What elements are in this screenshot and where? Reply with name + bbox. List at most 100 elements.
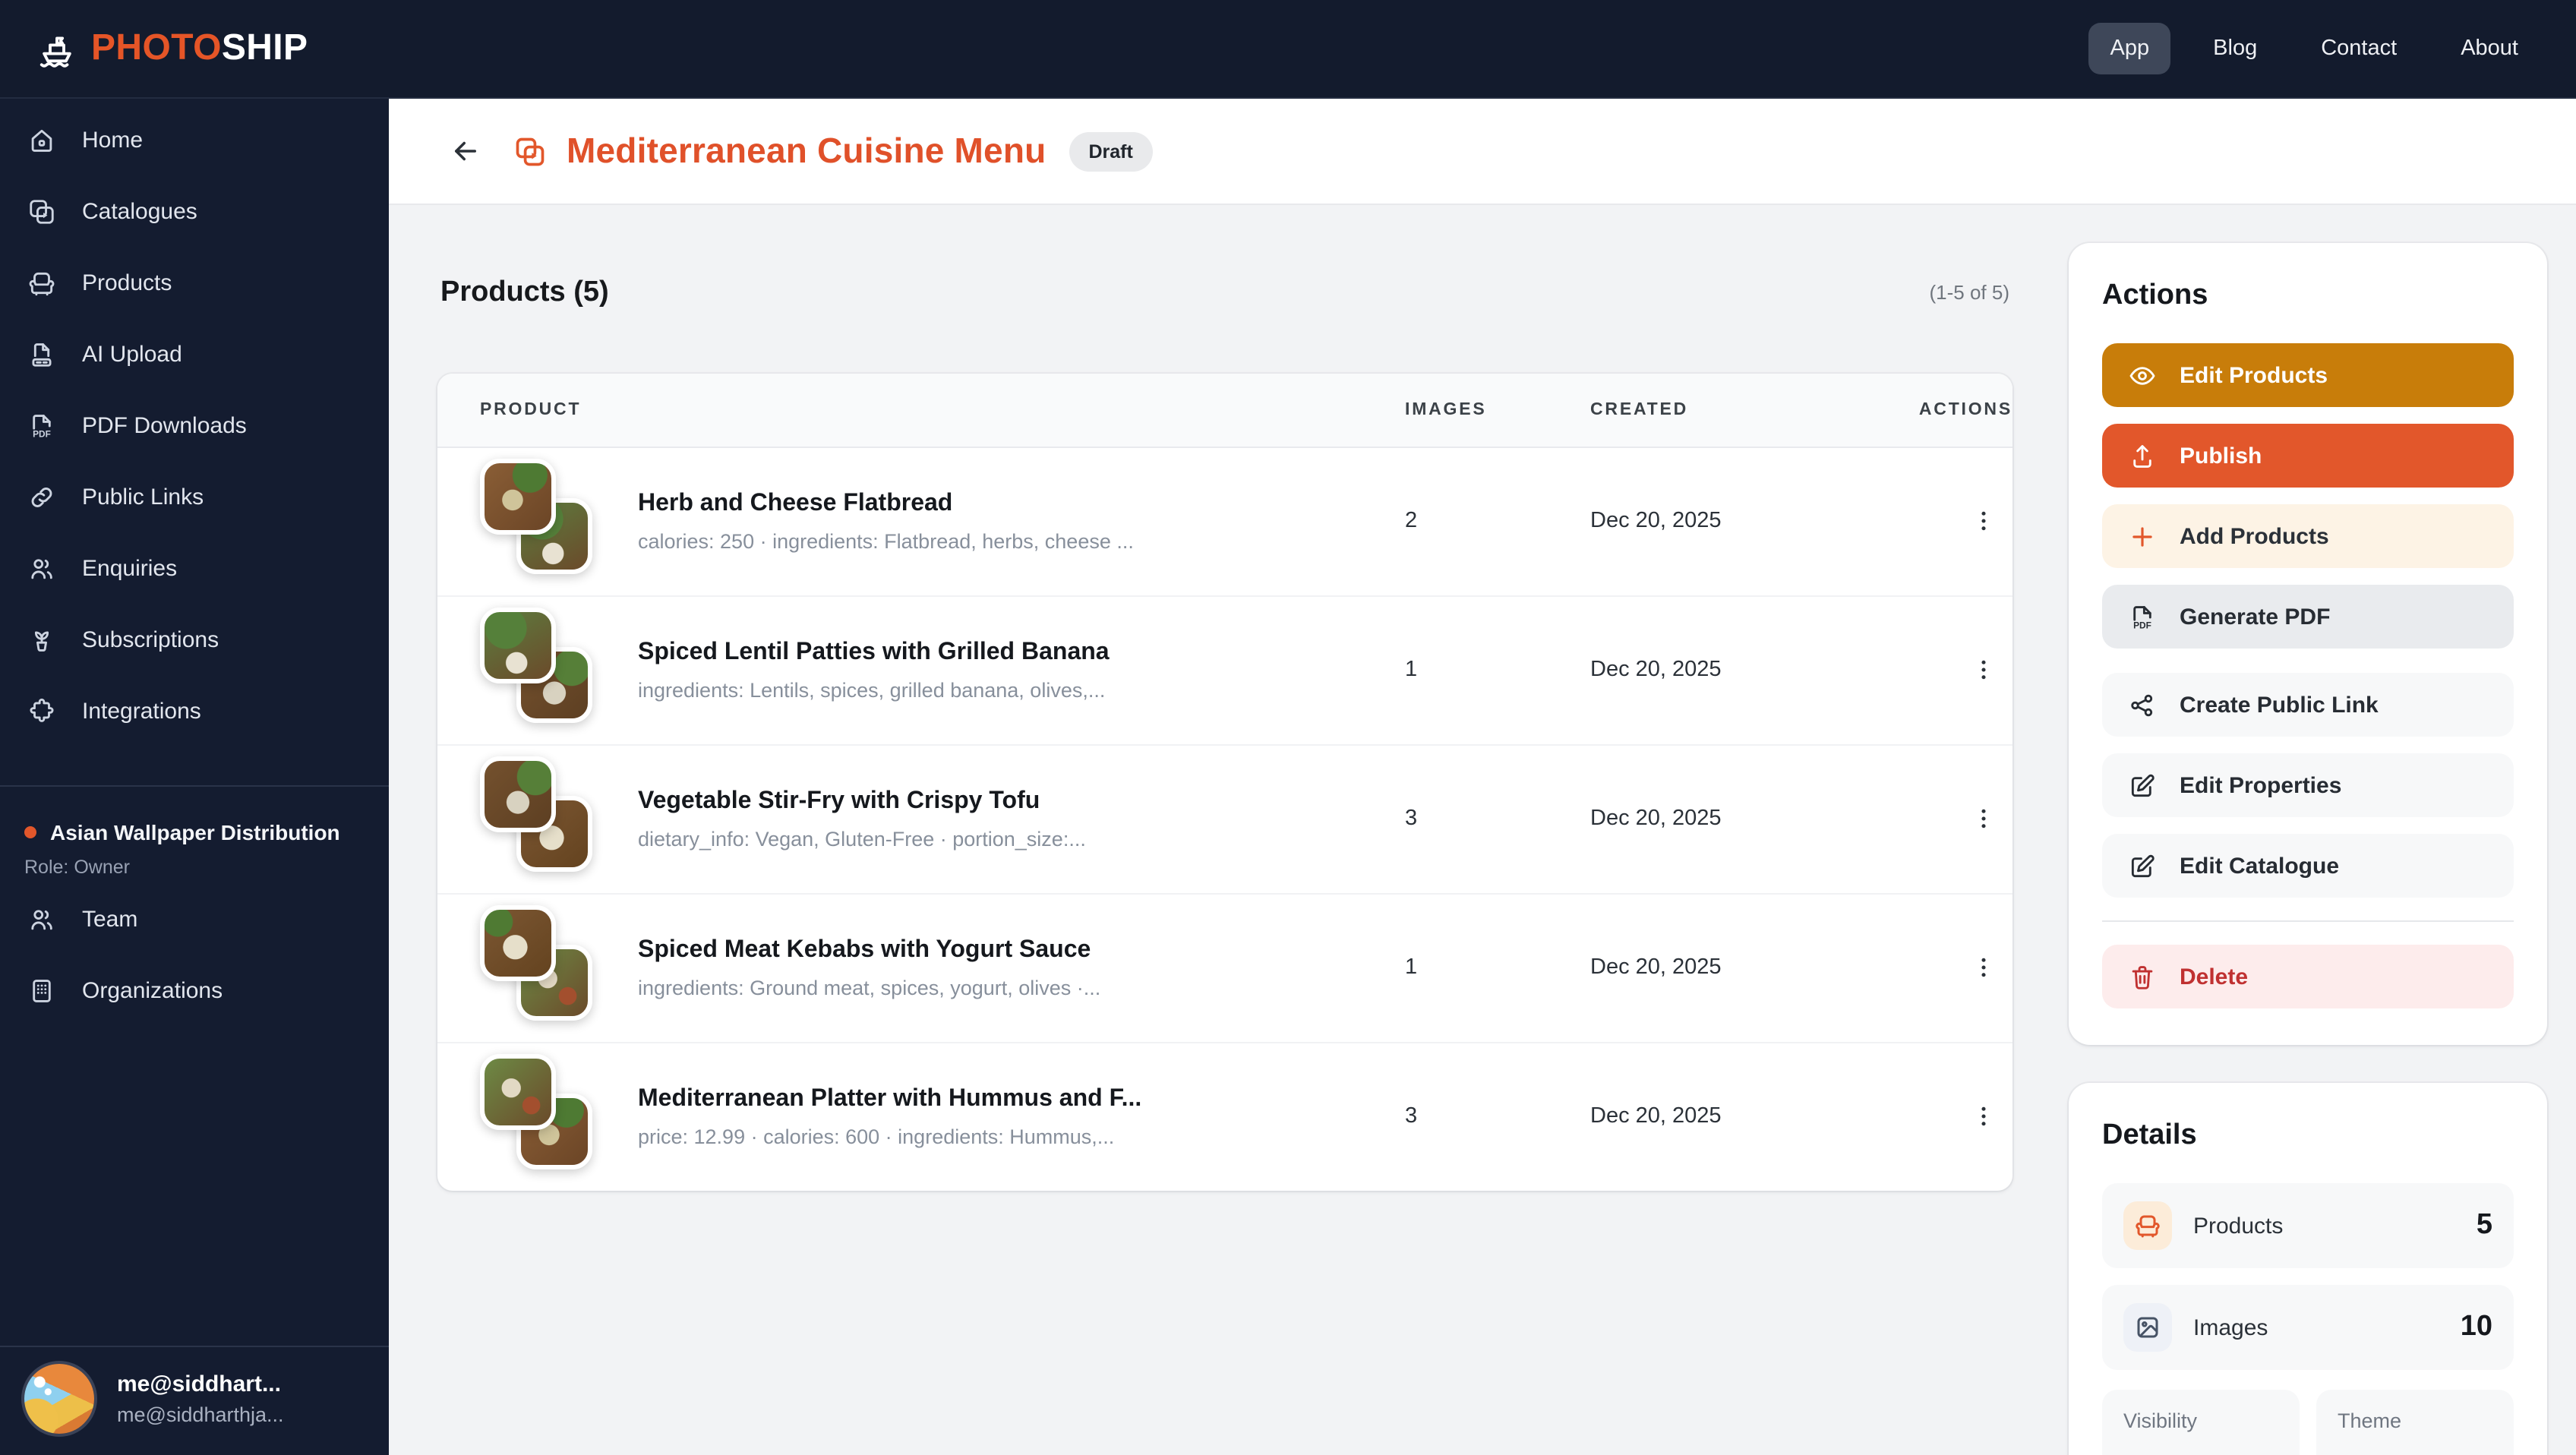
- product-cell: Mediterranean Platter with Hummus and F.…: [480, 1054, 1405, 1179]
- sidebar-item-label: Enquiries: [82, 556, 177, 582]
- product-thumbnails: [480, 608, 601, 732]
- organization-icon: [27, 977, 56, 1005]
- create-public-link-button[interactable]: Create Public Link: [2102, 673, 2514, 737]
- actions-cell: [1879, 650, 2012, 690]
- product-image: [480, 1054, 556, 1130]
- row-menu-button[interactable]: [1964, 501, 2003, 541]
- products-table: PRODUCT IMAGES CREATED ACTIONS He: [437, 373, 2012, 1190]
- theme-label: Theme: [2338, 1409, 2492, 1432]
- product-image: [480, 905, 556, 981]
- sidebar-item-home[interactable]: Home: [0, 105, 389, 176]
- table-row[interactable]: Mediterranean Platter with Hummus and F.…: [437, 1043, 2012, 1190]
- sidebar-item-pdf-downloads[interactable]: PDF PDF Downloads: [0, 390, 389, 462]
- product-subtitle: dietary_info: Vegan, Gluten-Free · porti…: [638, 827, 1086, 850]
- publish-button[interactable]: Publish: [2102, 424, 2514, 488]
- top-nav-links: App Blog Contact About: [2089, 23, 2540, 74]
- images-count: 3: [1405, 806, 1590, 831]
- user-account[interactable]: me@siddhart... me@siddharthja...: [0, 1346, 389, 1455]
- product-thumbnails: [480, 1054, 601, 1179]
- product-text: Herb and Cheese Flatbread calories: 250 …: [638, 490, 1134, 552]
- sidebar-item-ai-upload[interactable]: AI Upload: [0, 319, 389, 390]
- org-name[interactable]: Asian Wallpaper Distribution: [24, 820, 365, 844]
- product-cell: Vegetable Stir-Fry with Crispy Tofu diet…: [480, 756, 1405, 881]
- product-thumbnails: [480, 459, 601, 583]
- details-products-value: 5: [2477, 1209, 2492, 1242]
- sidebar-item-subscriptions[interactable]: Subscriptions: [0, 604, 389, 676]
- details-mini-row: Visibility Theme: [2102, 1390, 2514, 1455]
- sidebar-item-label: AI Upload: [82, 342, 182, 368]
- upload-icon: [2128, 441, 2157, 470]
- nav-app[interactable]: App: [2089, 23, 2171, 74]
- table-row[interactable]: Herb and Cheese Flatbread calories: 250 …: [437, 447, 2012, 596]
- eye-icon: [2128, 361, 2157, 390]
- add-products-button[interactable]: Add Products: [2102, 504, 2514, 568]
- visibility-label: Visibility: [2123, 1409, 2278, 1432]
- product-title: Spiced Meat Kebabs with Yogurt Sauce: [638, 936, 1100, 964]
- plant-icon: [27, 626, 56, 655]
- row-menu-button[interactable]: [1964, 799, 2003, 838]
- nav-contact[interactable]: Contact: [2300, 23, 2418, 74]
- actions-cell: [1879, 1097, 2012, 1136]
- products-header-row: Products (5) (1-5 of 5): [440, 252, 2009, 333]
- table-header: PRODUCT IMAGES CREATED ACTIONS: [437, 373, 2012, 447]
- share-icon: [2128, 690, 2157, 719]
- row-menu-button[interactable]: [1964, 1097, 2003, 1136]
- theme-box: Theme: [2316, 1390, 2514, 1455]
- kebab-icon: [1970, 805, 1997, 832]
- kebab-icon: [1970, 1103, 1997, 1130]
- product-text: Spiced Lentil Patties with Grilled Banan…: [638, 639, 1110, 701]
- row-menu-button[interactable]: [1964, 650, 2003, 690]
- sidebar-item-enquiries[interactable]: Enquiries: [0, 533, 389, 604]
- generate-pdf-button[interactable]: PDF Generate PDF: [2102, 585, 2514, 649]
- product-image: [480, 756, 556, 832]
- right-rail: Actions Edit Products Publish Add Produc…: [2069, 243, 2547, 1455]
- sidebar-item-products[interactable]: Products: [0, 248, 389, 319]
- product-thumbnails: [480, 756, 601, 881]
- edit-catalogue-button[interactable]: Edit Catalogue: [2102, 834, 2514, 898]
- nav-blog[interactable]: Blog: [2192, 23, 2278, 74]
- sidebar-item-label: Public Links: [82, 484, 204, 510]
- sidebar-item-team[interactable]: Team: [0, 884, 389, 955]
- products-section: Products (5) (1-5 of 5) PRODUCT IMAGES C…: [437, 243, 2012, 1455]
- status-badge: Draft: [1069, 131, 1152, 171]
- brand-logo[interactable]: PHOTOSHIP: [36, 27, 308, 70]
- col-product: PRODUCT: [480, 400, 1405, 418]
- edit-properties-button[interactable]: Edit Properties: [2102, 753, 2514, 817]
- images-count: 3: [1405, 1104, 1590, 1128]
- catalogues-icon: [27, 197, 56, 226]
- product-thumbnails: [480, 905, 601, 1030]
- sidebar-item-integrations[interactable]: Integrations: [0, 676, 389, 747]
- link-icon: [27, 483, 56, 512]
- user-name: me@siddhart...: [117, 1371, 284, 1397]
- actions-cell: [1879, 501, 2012, 541]
- edit-products-button[interactable]: Edit Products: [2102, 343, 2514, 407]
- page-header: Mediterranean Cuisine Menu Draft: [389, 99, 2576, 205]
- svg-text:PDF: PDF: [2133, 619, 2151, 630]
- products-range: (1-5 of 5): [1930, 282, 2010, 305]
- sidebar-item-label: PDF Downloads: [82, 413, 247, 439]
- sidebar-item-public-links[interactable]: Public Links: [0, 462, 389, 533]
- table-row[interactable]: Spiced Lentil Patties with Grilled Banan…: [437, 596, 2012, 745]
- product-text: Mediterranean Platter with Hummus and F.…: [638, 1085, 1141, 1147]
- product-image: [480, 459, 556, 535]
- user-email: me@siddharthja...: [117, 1403, 284, 1426]
- images-count: 2: [1405, 509, 1590, 533]
- table-row[interactable]: Spiced Meat Kebabs with Yogurt Sauce ing…: [437, 894, 2012, 1043]
- details-images-value: 10: [2461, 1311, 2492, 1344]
- delete-button[interactable]: Delete: [2102, 945, 2514, 1008]
- row-menu-button[interactable]: [1964, 948, 2003, 987]
- arrow-left-icon: [449, 135, 481, 167]
- details-products-label: Products: [2193, 1213, 2283, 1239]
- back-button[interactable]: [440, 127, 489, 175]
- images-stat-icon-wrap: [2123, 1303, 2172, 1352]
- nav-about[interactable]: About: [2439, 23, 2540, 74]
- plus-icon: [2128, 522, 2157, 551]
- trash-icon: [2128, 962, 2157, 991]
- sidebar-item-organizations[interactable]: Organizations: [0, 955, 389, 1027]
- sidebar-item-catalogues[interactable]: Catalogues: [0, 176, 389, 248]
- sidebar: Home Catalogues Products AI Upload PDF P…: [0, 99, 389, 1455]
- table-row[interactable]: Vegetable Stir-Fry with Crispy Tofu diet…: [437, 745, 2012, 894]
- product-cell: Herb and Cheese Flatbread calories: 250 …: [480, 459, 1405, 583]
- product-text: Spiced Meat Kebabs with Yogurt Sauce ing…: [638, 936, 1100, 999]
- product-cell: Spiced Meat Kebabs with Yogurt Sauce ing…: [480, 905, 1405, 1030]
